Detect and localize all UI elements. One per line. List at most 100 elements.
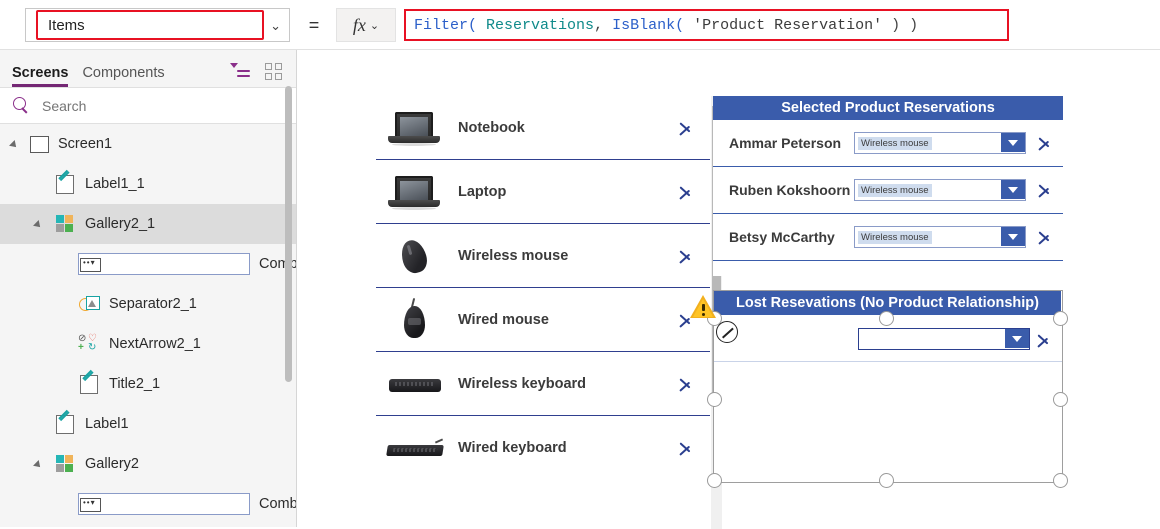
tree-view-icon[interactable]	[230, 62, 250, 80]
chevron-down-icon[interactable]	[1001, 227, 1025, 246]
property-name-input[interactable]: Items	[36, 10, 264, 40]
chevron-down-icon[interactable]: ⌄	[270, 9, 281, 43]
product-row[interactable]: Laptop	[376, 160, 710, 224]
chevron-down-icon[interactable]	[1001, 133, 1025, 152]
combobox-selected-chip: Wireless mouse	[858, 183, 932, 197]
product-row[interactable]: Wireless keyboard	[376, 352, 710, 416]
combobox-selected-chip: Wireless mouse	[858, 230, 932, 244]
tree-item-label1[interactable]: Label1	[0, 404, 296, 444]
tree-item-label: Label1_1	[85, 176, 145, 192]
tree-item-label: Label1	[85, 416, 129, 432]
selected-reservations-rows: Ammar Peterson Wireless mouse Ruben Koksho…	[713, 120, 1063, 261]
label-icon	[78, 374, 100, 394]
tree-item-label1_1[interactable]: Label1_1	[0, 164, 296, 204]
view-toggle-group	[230, 62, 284, 80]
tab-screens[interactable]: Screens	[10, 65, 80, 87]
caret-spacer	[58, 299, 69, 310]
tree-item-gallery2[interactable]: Gallery2	[0, 444, 296, 484]
product-name-label: Wireless keyboard	[458, 375, 587, 392]
chevron-down-icon[interactable]	[1001, 180, 1025, 199]
expand-caret-icon[interactable]	[10, 139, 21, 150]
formula-token: Reservations	[486, 16, 595, 34]
next-arrow-icon[interactable]	[1036, 329, 1052, 351]
combo-icon	[78, 493, 250, 515]
next-arrow-icon[interactable]	[678, 373, 694, 395]
resize-handle-bottom-right[interactable]	[1053, 473, 1068, 488]
caret-spacer	[58, 339, 69, 350]
next-arrow-icon[interactable]	[1037, 179, 1053, 201]
tree-item-label: ComboBox1	[259, 496, 296, 512]
chevron-down-icon[interactable]	[1005, 329, 1029, 348]
fx-button[interactable]: fx ⌄	[336, 8, 396, 42]
product-name-label: Laptop	[458, 183, 507, 200]
product-combobox[interactable]: Wireless mouse	[854, 226, 1026, 248]
search-row[interactable]	[0, 87, 296, 124]
tree-item-label: Gallery2	[85, 456, 139, 472]
formula-bar: ⌄ Items = fx ⌄ Filter( Reservations, IsB…	[0, 0, 1160, 50]
product-name-label: Wired keyboard	[458, 440, 567, 456]
product-row[interactable]: Wired keyboard	[376, 416, 710, 480]
resize-handle-top-center[interactable]	[879, 311, 894, 326]
caret-spacer	[58, 259, 69, 270]
warning-triangle-icon[interactable]	[690, 295, 716, 318]
next-arrow-icon[interactable]	[678, 437, 694, 459]
tree-item-nextarrow2_1[interactable]: ⊘ ♡ + ↻ NextArrow2_1	[0, 324, 296, 364]
product-row[interactable]: Wired mouse	[376, 288, 710, 352]
label-icon	[54, 414, 76, 434]
product-image	[384, 170, 446, 214]
tree-item-label: Screen1	[58, 136, 113, 152]
formula-token: 'Product Reservation'	[693, 16, 883, 34]
label-icon	[54, 174, 76, 194]
resize-handle-middle-left[interactable]	[707, 392, 722, 407]
product-combobox[interactable]: Wireless mouse	[854, 132, 1026, 154]
product-name-label: Wired mouse	[458, 311, 549, 328]
reservation-row[interactable]: Ruben Kokshoorn Wireless mouse	[713, 167, 1063, 214]
reservation-row[interactable]: Ammar Peterson Wireless mouse	[713, 120, 1063, 167]
next-arrow-icon[interactable]	[1037, 132, 1053, 154]
tree-item-screen1[interactable]: Screen1	[0, 124, 296, 164]
caret-spacer	[58, 499, 69, 510]
tree-item-title2_1[interactable]: Title2_1	[0, 364, 296, 404]
resize-handle-bottom-left[interactable]	[707, 473, 722, 488]
tab-components[interactable]: Components	[80, 65, 176, 87]
search-icon	[13, 97, 30, 114]
component-tree: Screen1 Label1_1 Gallery2_1 ComboBox1_1 Sepa…	[0, 124, 296, 527]
formula-input[interactable]: Filter( Reservations, IsBlank( 'Product …	[404, 9, 1009, 41]
selected-reservations-gallery[interactable]: Selected Product Reservations Ammar Pete…	[713, 96, 1063, 276]
edit-pencil-icon[interactable]	[716, 321, 738, 343]
tree-item-gallery2_1[interactable]: Gallery2_1	[0, 204, 296, 244]
selected-reservations-title: Selected Product Reservations	[713, 96, 1063, 120]
chevron-down-icon[interactable]: ⌄	[370, 19, 379, 32]
next-arrow-icon[interactable]	[678, 245, 694, 267]
grid-view-icon[interactable]	[264, 62, 284, 80]
product-row[interactable]: Notebook	[376, 96, 710, 160]
lost-product-combobox[interactable]	[858, 328, 1030, 350]
expand-caret-icon[interactable]	[34, 459, 45, 470]
tree-item-label: Title2_1	[109, 376, 161, 392]
resize-handle-middle-right[interactable]	[1053, 392, 1068, 407]
product-combobox[interactable]: Wireless mouse	[854, 179, 1026, 201]
app-canvas: Notebook Laptop Wireless mouse Wired mouse W…	[297, 50, 1160, 529]
reservation-row[interactable]: Betsy McCarthy Wireless mouse	[713, 214, 1063, 261]
tree-item-combobox1_1[interactable]: ComboBox1_1	[0, 244, 296, 284]
tree-item-combobox1[interactable]: ComboBox1	[0, 484, 296, 524]
reservation-person-label: Betsy McCarthy	[729, 229, 835, 245]
arrow-icon: ⊘ ♡ + ↻	[78, 333, 97, 353]
tree-item-separator2_1[interactable]: Separator2_1	[0, 284, 296, 324]
sep-icon	[78, 294, 100, 314]
expand-caret-icon[interactable]	[34, 219, 45, 230]
search-input[interactable]	[40, 96, 260, 115]
reservation-person-label: Ammar Peterson	[729, 135, 842, 151]
next-arrow-icon[interactable]	[678, 181, 694, 203]
caret-spacer	[34, 419, 45, 430]
resize-handle-top-right[interactable]	[1053, 311, 1068, 326]
formula-token: IsBlank(	[612, 16, 685, 34]
tree-view-pane: Screens Components Screen1 Label1_1 Galler…	[0, 50, 297, 527]
product-name-label: Wireless mouse	[458, 247, 569, 264]
next-arrow-icon[interactable]	[678, 117, 694, 139]
sidebar-scrollbar-thumb[interactable]	[285, 86, 292, 382]
next-arrow-icon[interactable]	[1037, 226, 1053, 248]
product-row[interactable]: Wireless mouse	[376, 224, 710, 288]
product-gallery[interactable]: Notebook Laptop Wireless mouse Wired mouse W…	[376, 96, 710, 529]
resize-handle-bottom-center[interactable]	[879, 473, 894, 488]
